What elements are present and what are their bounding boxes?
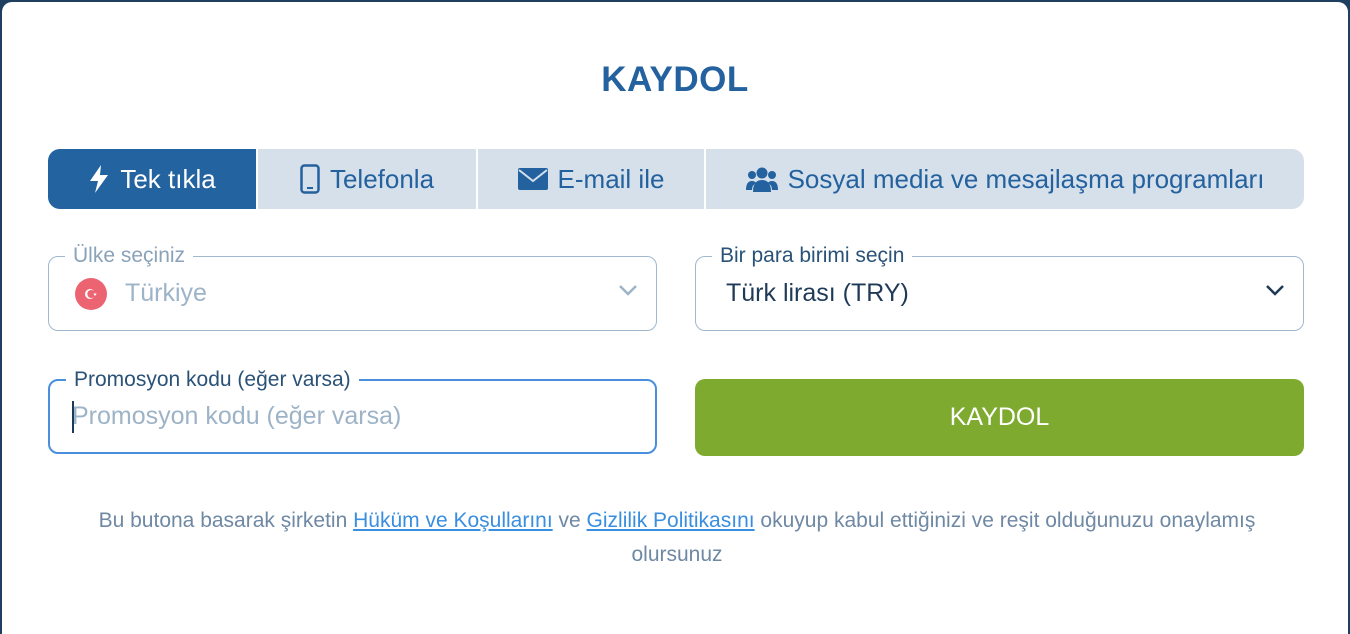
promo-code-input[interactable] bbox=[72, 381, 632, 452]
chevron-down-icon bbox=[1265, 283, 1285, 302]
tab-label: Sosyal media ve mesajlaşma programları bbox=[787, 163, 1265, 194]
register-button[interactable]: KAYDOL bbox=[695, 379, 1304, 456]
tab-label: Telefonla bbox=[329, 163, 435, 194]
privacy-link[interactable]: Gizlilik Politikasını bbox=[587, 509, 755, 532]
tab-label: Tek tıkla bbox=[120, 163, 216, 194]
country-select[interactable]: Ülke seçiniz Türkiye bbox=[48, 243, 657, 331]
legal-middle: ve bbox=[552, 509, 587, 532]
legal-prefix: Bu butona basarak şirketin bbox=[98, 509, 354, 532]
lightning-icon bbox=[88, 165, 110, 193]
tab-label: E-mail ile bbox=[557, 163, 665, 194]
envelope-icon bbox=[517, 168, 548, 190]
legal-text: Bu butona basarak şirketin Hüküm ve Koşu… bbox=[52, 504, 1302, 572]
users-icon bbox=[745, 166, 778, 192]
country-value-wrap: Türkiye bbox=[75, 257, 207, 330]
chevron-down-icon bbox=[618, 283, 638, 302]
terms-link[interactable]: Hüküm ve Koşullarını bbox=[353, 509, 553, 532]
registration-modal: KAYDOL Tek tıkla Telefonla E-mail ile So… bbox=[2, 2, 1348, 634]
page-title: KAYDOL bbox=[601, 60, 749, 99]
turkey-flag-icon bbox=[75, 277, 107, 310]
registration-tabs: Tek tıkla Telefonla E-mail ile Sosyal me… bbox=[48, 149, 1304, 209]
currency-value: Türk lirası (TRY) bbox=[726, 279, 909, 307]
tab-social[interactable]: Sosyal media ve mesajlaşma programları bbox=[706, 149, 1304, 209]
tab-one-click[interactable]: Tek tıkla bbox=[48, 149, 258, 209]
promo-code-field[interactable]: Promosyon kodu (eğer varsa) bbox=[48, 367, 657, 454]
currency-select[interactable]: Bir para birimi seçin Türk lirası (TRY) bbox=[695, 243, 1304, 331]
country-value: Türkiye bbox=[125, 279, 207, 307]
tab-email[interactable]: E-mail ile bbox=[478, 149, 706, 209]
currency-value-wrap: Türk lirası (TRY) bbox=[726, 257, 909, 330]
phone-icon bbox=[300, 164, 320, 194]
tab-phone[interactable]: Telefonla bbox=[258, 149, 478, 209]
text-caret bbox=[72, 401, 74, 433]
